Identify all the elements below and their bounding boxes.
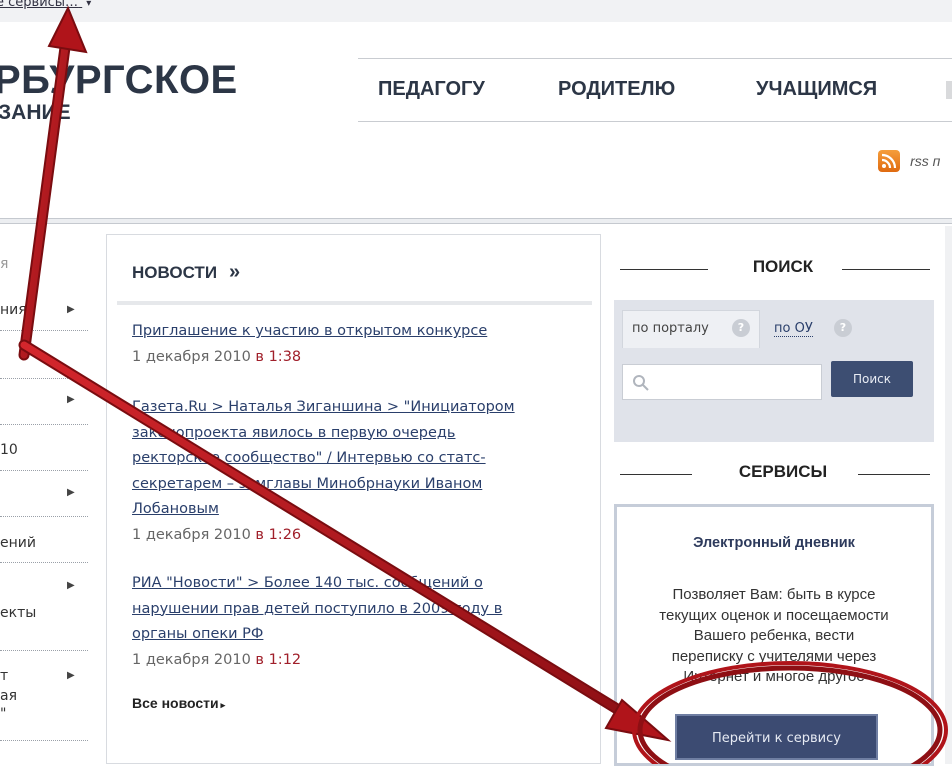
sidebar-heading: я — [0, 256, 9, 272]
search-panel: по порталу ? по ОУ ? Поиск — [614, 300, 934, 442]
tab-school-label[interactable]: по ОУ — [774, 321, 813, 337]
sidebar-separator — [0, 650, 88, 651]
news-item: Приглашение к участию в открытом конкурс… — [132, 319, 572, 370]
sidebar-separator — [0, 424, 88, 425]
news-link[interactable]: РИА "Новости" > Более 140 тыс. сообщений… — [132, 571, 572, 648]
news-link-line: законопроекта явилось в первую очередь — [132, 424, 456, 441]
news-link-line: Газета.Ru > Наталья Зиганшина > "Инициат… — [132, 399, 515, 415]
sidebar-separator — [0, 378, 88, 379]
search-heading: ПОИСК — [618, 255, 948, 285]
service-title[interactable]: Электронный дневник — [617, 535, 931, 551]
rss-link[interactable]: rss п — [878, 150, 940, 172]
triangle-right-icon[interactable]: ▶ — [67, 580, 75, 591]
news-time: 1:38 — [268, 348, 302, 365]
news-time: 1:26 — [268, 526, 302, 543]
sidebar-separator — [0, 470, 88, 471]
news-date-at: в — [255, 526, 264, 543]
nav-item-parent[interactable]: РОДИТЕЛЮ — [558, 78, 675, 101]
news-link-line: Приглашение к участию в открытом конкурс… — [132, 323, 488, 339]
sidebar-item-5b[interactable]: ая — [0, 688, 88, 704]
news-panel: НОВОСТИ » Приглашение к участию в открыто… — [106, 234, 601, 764]
news-date-text: 1 декабря 2010 — [132, 348, 251, 365]
rss-icon — [878, 150, 900, 172]
news-link[interactable]: Приглашение к участию в открытом конкурс… — [132, 319, 572, 345]
double-chevron-right-icon: » — [229, 261, 241, 283]
services-title: СЕРВИСЫ — [738, 462, 828, 481]
news-item: РИА "Новости" > Более 140 тыс. сообщений… — [132, 571, 572, 673]
news-date-at: в — [255, 348, 264, 365]
nav-item-cropped[interactable] — [946, 81, 952, 99]
news-date-at: в — [255, 651, 264, 668]
main-navigation: ПЕДАГОГУ РОДИТЕЛЮ УЧАЩИМСЯ — [358, 58, 952, 122]
search-title: ПОИСК — [752, 257, 814, 276]
news-time: 1:12 — [268, 651, 302, 668]
search-button[interactable]: Поиск — [831, 361, 913, 397]
all-services-dropdown[interactable]: е сервисы… ▾ — [0, 0, 91, 10]
service-description-line: текущих оценок и посещаемости — [659, 606, 889, 624]
site-logo-line1[interactable]: РБУРГСКОЕ — [0, 58, 238, 103]
service-description-line: переписку с учителями через — [671, 647, 877, 665]
header-divider — [0, 218, 952, 224]
triangle-right-icon: ▶ — [67, 304, 75, 315]
go-to-service-button[interactable]: Перейти к сервису — [675, 714, 878, 760]
tab-portal-label[interactable]: по порталу — [632, 321, 709, 336]
triangle-right-icon[interactable]: ▶ — [67, 487, 75, 498]
search-input[interactable] — [622, 364, 822, 400]
news-item: Газета.Ru > Наталья Зиганшина > "Инициат… — [132, 395, 572, 548]
sidebar-separator — [0, 330, 88, 331]
sidebar-item-4[interactable]: екты — [0, 605, 88, 621]
news-date: 1 декабря 2010 в 1:38 — [132, 345, 572, 370]
triangle-right-icon[interactable]: ▶ — [67, 670, 75, 681]
sidebar-separator — [0, 740, 88, 741]
news-link-line: Лобановым — [132, 501, 219, 517]
news-link-line: органы опеки РФ — [132, 626, 264, 642]
news-link-line: РИА "Новости" > Более 140 тыс. сообщений… — [132, 575, 483, 591]
news-date: 1 декабря 2010 в 1:26 — [132, 523, 572, 548]
heading-rule — [858, 474, 930, 475]
service-description-line: Вашего ребенка, вести — [693, 627, 855, 644]
news-heading[interactable]: НОВОСТИ » — [132, 261, 240, 284]
service-description-line: Интернет и многое другое — [683, 668, 865, 685]
sidebar-separator — [0, 516, 88, 517]
top-utility-bar: е сервисы… ▾ — [0, 0, 952, 22]
sidebar-item-2[interactable]: 10 — [0, 442, 88, 458]
services-heading: СЕРВИСЫ — [618, 460, 948, 490]
triangle-right-icon[interactable]: ▶ — [67, 394, 75, 405]
nav-item-student[interactable]: УЧАЩИМСЯ — [756, 78, 877, 101]
nav-item-teacher[interactable]: ПЕДАГОГУ — [378, 78, 485, 101]
all-news-link[interactable]: Все новости ▸ — [132, 695, 225, 711]
right-edge-strip — [945, 226, 952, 764]
sidebar-item-3[interactable]: ений — [0, 535, 88, 551]
news-date: 1 декабря 2010 в 1:12 — [132, 648, 572, 673]
news-link-line: ректорское сообщество" / Интервью со ста… — [132, 450, 486, 466]
help-icon[interactable]: ? — [732, 319, 750, 337]
all-services-label: е сервисы… — [0, 0, 79, 10]
help-icon[interactable]: ? — [834, 319, 852, 337]
news-date-text: 1 декабря 2010 — [132, 651, 251, 668]
news-link[interactable]: Газета.Ru > Наталья Зиганшина > "Инициат… — [132, 395, 572, 523]
news-link-line: секретарем – замглавы Минобрнауки Иваном — [132, 475, 483, 492]
triangle-right-icon: ▸ — [220, 700, 226, 710]
news-link-line: нарушении прав детей поступило в 2009 го… — [132, 600, 503, 617]
news-title: НОВОСТИ — [132, 263, 218, 282]
rss-label: rss п — [910, 153, 941, 169]
sidebar-separator — [0, 562, 88, 563]
service-card: Электронный дневник Позволяет Вам: быть … — [614, 504, 934, 766]
service-description: Позволяет Вам: быть в курсе текущих оцен… — [619, 585, 929, 688]
all-news-label: Все новости — [132, 695, 219, 711]
news-date-text: 1 декабря 2010 — [132, 526, 251, 543]
heading-rule — [842, 269, 930, 270]
news-divider — [117, 301, 592, 305]
site-logo-line2[interactable]: ЗАНИЕ — [0, 101, 71, 125]
search-icon — [633, 375, 649, 391]
sidebar-item-5c[interactable]: " — [0, 706, 88, 722]
service-description-line: Позволяет Вам: быть в курсе — [672, 586, 876, 603]
chevron-down-icon: ▾ — [86, 0, 92, 9]
